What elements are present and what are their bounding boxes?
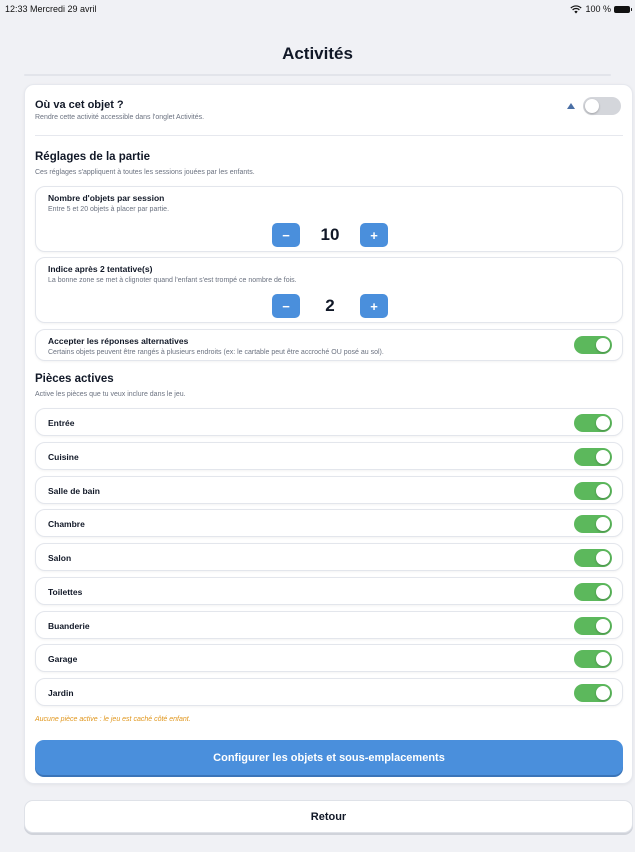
room-row-jardin: Jardin bbox=[35, 678, 623, 706]
room-label: Entrée bbox=[48, 418, 75, 428]
objects-per-session-stepper: − 10 + bbox=[36, 223, 624, 247]
collapse-triangle-icon[interactable] bbox=[566, 102, 576, 110]
no-room-warning: Aucune pièce active : le jeu est caché c… bbox=[35, 716, 191, 723]
room-label: Garage bbox=[48, 654, 78, 664]
status-bar: 12:33 Mercredi 29 avril 100 % bbox=[0, 0, 635, 24]
rooms-title: Pièces actives bbox=[35, 373, 114, 385]
hint-card: Indice après 2 tentative(s) La bonne zon… bbox=[35, 257, 623, 323]
rooms-subtitle: Active les pièces que tu veux inclure da… bbox=[35, 391, 186, 398]
activity-card: Où va cet objet ? Rendre cette activité … bbox=[24, 84, 633, 784]
room-toggle-buanderie[interactable] bbox=[574, 617, 612, 635]
room-row-entree: Entrée bbox=[35, 408, 623, 436]
toggle-knob bbox=[596, 551, 610, 565]
toggle-knob bbox=[596, 652, 610, 666]
activity-toggle[interactable] bbox=[583, 97, 621, 115]
hint-value: 2 bbox=[325, 296, 335, 315]
room-row-cuisine: Cuisine bbox=[35, 442, 623, 470]
page-title: Activités bbox=[282, 44, 353, 63]
room-toggle-toilettes[interactable] bbox=[574, 583, 612, 601]
room-toggle-salon[interactable] bbox=[574, 549, 612, 567]
alternatives-title: Accepter les réponses alternatives bbox=[48, 336, 189, 346]
wifi-icon bbox=[570, 4, 583, 13]
title-divider bbox=[24, 74, 611, 76]
toggle-knob bbox=[596, 585, 610, 599]
alternatives-subtitle: Certains objets peuvent être rangés à pl… bbox=[48, 349, 384, 356]
room-row-salle-de-bain: Salle de bain bbox=[35, 476, 623, 504]
room-row-garage: Garage bbox=[35, 644, 623, 672]
decrement-objects-button[interactable]: − bbox=[272, 223, 300, 247]
objects-per-session-card: Nombre d'objets par session Entre 5 et 2… bbox=[35, 186, 623, 252]
toggle-knob bbox=[596, 619, 610, 633]
room-label: Toilettes bbox=[48, 587, 83, 597]
increment-hint-button[interactable]: + bbox=[360, 294, 388, 318]
configure-objects-button[interactable]: Configurer les objets et sous-emplacemen… bbox=[35, 740, 623, 775]
status-right: 100 % bbox=[570, 4, 632, 14]
room-label: Salle de bain bbox=[48, 486, 100, 496]
hint-subtitle: La bonne zone se met à clignoter quand l… bbox=[48, 277, 297, 284]
room-row-chambre: Chambre bbox=[35, 509, 623, 537]
settings-title: Réglages de la partie bbox=[35, 151, 151, 163]
room-label: Cuisine bbox=[48, 452, 79, 462]
room-row-toilettes: Toilettes bbox=[35, 577, 623, 605]
toggle-knob bbox=[596, 517, 610, 531]
room-label: Buanderie bbox=[48, 621, 90, 631]
battery-icon bbox=[614, 5, 632, 13]
toggle-knob bbox=[596, 686, 610, 700]
room-toggle-jardin[interactable] bbox=[574, 684, 612, 702]
card-divider bbox=[35, 135, 623, 136]
room-toggle-entree[interactable] bbox=[574, 414, 612, 432]
objects-per-session-title: Nombre d'objets par session bbox=[48, 193, 165, 203]
battery-percent: 100 % bbox=[585, 4, 611, 14]
toggle-knob bbox=[596, 338, 610, 352]
increment-objects-button[interactable]: + bbox=[360, 223, 388, 247]
room-toggle-salle-de-bain[interactable] bbox=[574, 482, 612, 500]
room-toggle-garage[interactable] bbox=[574, 650, 612, 668]
objects-per-session-subtitle: Entre 5 et 20 objets à placer par partie… bbox=[48, 206, 170, 213]
room-toggle-chambre[interactable] bbox=[574, 515, 612, 533]
room-label: Salon bbox=[48, 553, 72, 563]
activity-subtitle: Rendre cette activité accessible dans l'… bbox=[35, 114, 205, 121]
alternatives-card: Accepter les réponses alternatives Certa… bbox=[35, 329, 623, 361]
objects-per-session-value: 10 bbox=[320, 225, 340, 244]
hint-title: Indice après 2 tentative(s) bbox=[48, 264, 153, 274]
toggle-knob bbox=[596, 450, 610, 464]
alternatives-toggle[interactable] bbox=[574, 336, 612, 354]
settings-subtitle: Ces réglages s'appliquent à toutes les s… bbox=[35, 169, 255, 176]
room-label: Chambre bbox=[48, 519, 85, 529]
room-row-salon: Salon bbox=[35, 543, 623, 571]
status-time-date: 12:33 Mercredi 29 avril bbox=[5, 4, 97, 14]
toggle-knob bbox=[596, 416, 610, 430]
room-row-buanderie: Buanderie bbox=[35, 611, 623, 639]
room-toggle-cuisine[interactable] bbox=[574, 448, 612, 466]
toggle-knob bbox=[596, 484, 610, 498]
room-label: Jardin bbox=[48, 688, 74, 698]
hint-stepper: − 2 + bbox=[36, 294, 624, 318]
back-button[interactable]: Retour bbox=[24, 800, 633, 833]
activity-title: Où va cet objet ? bbox=[35, 99, 124, 111]
toggle-knob bbox=[585, 99, 599, 113]
decrement-hint-button[interactable]: − bbox=[272, 294, 300, 318]
